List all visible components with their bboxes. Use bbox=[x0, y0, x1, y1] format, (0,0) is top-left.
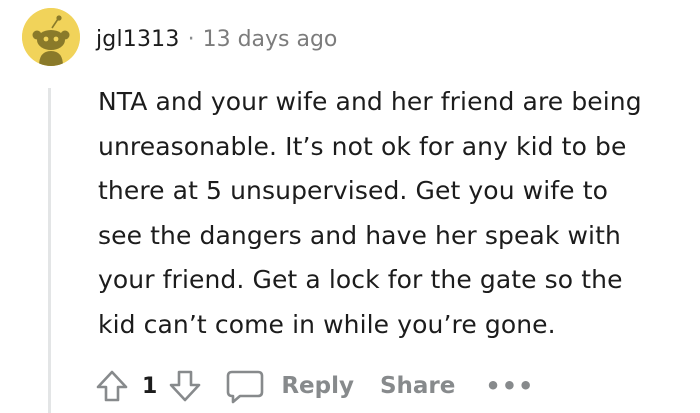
comment-line: there at 5 unsupervised. Get you wife to bbox=[98, 176, 609, 205]
comment-line: your friend. Get a lock for the gate so … bbox=[98, 265, 623, 294]
upvote-button[interactable] bbox=[94, 368, 130, 404]
comment: jgl1313 · 13 days ago NTA and your wife … bbox=[0, 0, 700, 413]
more-options-button[interactable]: ••• bbox=[485, 372, 534, 400]
timestamp[interactable]: 13 days ago bbox=[203, 27, 338, 52]
comment-meta: jgl1313 · 13 days ago bbox=[96, 22, 337, 56]
reply-label: Reply bbox=[281, 373, 354, 399]
vote-count: 1 bbox=[142, 373, 158, 399]
share-button[interactable]: Share bbox=[380, 373, 455, 399]
comment-line: kid can’t come in while you’re gone. bbox=[98, 309, 556, 339]
upvote-arrow-icon bbox=[96, 370, 128, 402]
user-avatar[interactable] bbox=[22, 8, 80, 66]
comment-line: NTA and your wife and her friend are bei… bbox=[98, 87, 642, 116]
username[interactable]: jgl1313 bbox=[96, 27, 180, 52]
downvote-arrow-icon bbox=[170, 370, 201, 402]
thread-line[interactable] bbox=[48, 88, 51, 413]
comment-line: see the dangers and have her speak with bbox=[98, 220, 621, 250]
reply-button[interactable]: Reply bbox=[225, 368, 354, 404]
comment-line: unreasonable. It’s not ok for any kid to… bbox=[98, 131, 627, 161]
comment-bubble-icon bbox=[227, 370, 264, 404]
downvote-button[interactable] bbox=[167, 368, 203, 404]
meta-separator: · bbox=[187, 26, 195, 52]
comment-actions: 1 Reply Share ••• bbox=[94, 364, 534, 408]
snoo-avatar-icon bbox=[22, 8, 80, 66]
comment-body: NTA and your wife and her friend are bei… bbox=[98, 80, 698, 347]
